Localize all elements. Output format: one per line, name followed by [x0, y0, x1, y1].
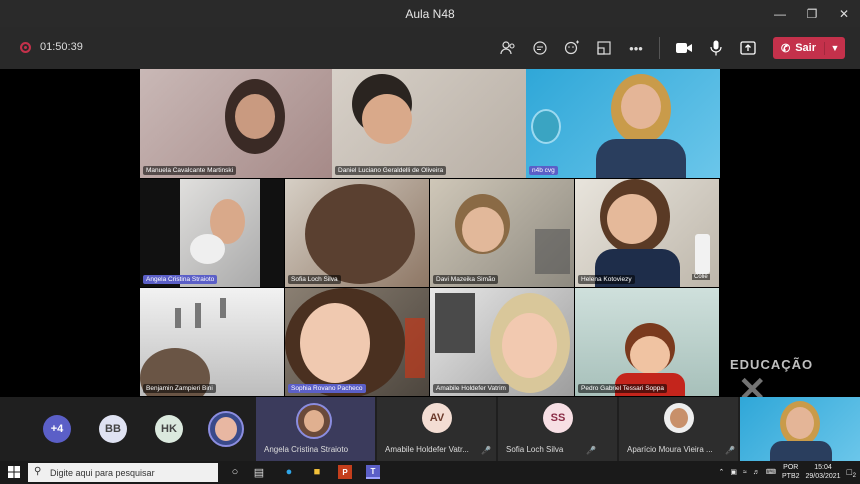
network-icon[interactable]: ▣ [730, 468, 737, 476]
notification-count: 2 [852, 473, 856, 479]
mic-off-icon: 🎤 [725, 446, 735, 455]
video-tile[interactable]: Sofia Loch Silva [285, 179, 429, 287]
avatar: AV [422, 403, 452, 433]
avatar-initials: AV [429, 412, 445, 424]
avatar-initials: SS [550, 412, 566, 424]
language-code: POR [783, 464, 799, 471]
taskbar-search-input[interactable]: ⚲ Digite aqui para pesquisar [28, 463, 218, 482]
participant-name: Angela Cristina Straioto [264, 445, 349, 454]
participant-name: Angela Cristina Straioto [143, 275, 218, 284]
minimize-icon[interactable]: — [764, 0, 796, 27]
participant-name: Benjamin Zampieri Bini [143, 384, 216, 393]
video-tile[interactable]: Angela Cristina Straioto [140, 179, 284, 287]
more-count: +4 [50, 423, 64, 435]
chevron-down-icon[interactable]: ▼ [825, 43, 845, 53]
participant-name: Sofia Loch Silva [288, 275, 341, 284]
recording-icon [20, 42, 31, 53]
video-tile[interactable]: Colie Helena Kotoviezy [575, 179, 719, 287]
avatar: SS [543, 403, 573, 433]
meeting-timer: 01:50:39 [40, 41, 83, 53]
video-tile[interactable]: Benjamin Zampieri Bini [140, 288, 284, 396]
video-tile[interactable]: Daniel Luciano Geraldelli de Oliveira [332, 69, 526, 178]
window-controls: — ❐ ✕ [764, 0, 860, 27]
chat-icon[interactable] [528, 36, 552, 60]
rooms-icon[interactable] [592, 36, 616, 60]
participant-tile[interactable]: SS Sofia Loch Silva 🎤 [497, 397, 617, 461]
teams-icon[interactable]: T [366, 465, 380, 479]
microphone-icon[interactable] [704, 36, 728, 60]
share-screen-icon[interactable] [736, 36, 760, 60]
clock-time: 15:04 [814, 464, 832, 471]
participant-tile[interactable]: Angela Cristina Straioto [255, 397, 375, 461]
search-icon: ⚲ [34, 466, 42, 477]
volume-icon[interactable]: ♬ [753, 469, 760, 476]
participant-name: Helena Kotoviezy [578, 275, 635, 284]
participant-tile[interactable]: Aparício Moura Vieira ... 🎤 [618, 397, 738, 461]
participant-name: Sophia Rovano Pacheco [288, 384, 366, 393]
avatar [296, 403, 332, 439]
participant-video [305, 184, 415, 284]
clock[interactable]: 15:04 29/03/2021 [806, 463, 841, 481]
search-placeholder: Digite aqui para pesquisar [50, 467, 155, 478]
self-view-tile[interactable] [739, 397, 860, 461]
leave-main[interactable]: ✆ Sair [773, 41, 825, 55]
wifi-icon[interactable]: ≈ [743, 469, 747, 476]
task-view-icon[interactable]: ▤ [252, 465, 266, 479]
chevron-up-icon[interactable]: ⌃ [719, 468, 725, 476]
avatar-initials: HK [161, 423, 177, 435]
video-stage: Manuela Cavalcante Martinski Daniel Luci… [0, 69, 860, 397]
toolbar-divider [659, 37, 660, 59]
edge-icon[interactable]: ● [282, 465, 296, 479]
participant-name: Amabile Holdefer Vatr... [385, 445, 469, 454]
language-indicator[interactable]: POR PTB2 [782, 463, 800, 481]
participant-name: Daniel Luciano Geraldelli de Oliveira [335, 166, 447, 175]
reactions-icon[interactable] [560, 36, 584, 60]
video-tile[interactable]: Davi Mazeika Simão [430, 179, 574, 287]
notifications-icon[interactable]: □ 2 [847, 467, 856, 479]
mic-off-icon: 🎤 [481, 446, 491, 455]
video-tile[interactable]: Manuela Cavalcante Martinski [140, 69, 332, 178]
meeting-toolbar: 01:50:39 ••• ✆ Sair ▼ [0, 27, 860, 69]
camera-icon[interactable] [672, 36, 696, 60]
video-tile[interactable]: Pedro Gabriel Tessari Soppa [575, 288, 719, 396]
more-participants-button[interactable]: +4 [43, 415, 71, 443]
participant-name: Sofia Loch Silva [506, 445, 564, 454]
window-title: Aula N48 [405, 6, 455, 21]
participant-name: n4b cvg [529, 166, 558, 175]
file-explorer-icon[interactable]: ■ [310, 465, 324, 479]
clock-date: 29/03/2021 [805, 473, 841, 480]
windows-start-icon[interactable] [8, 466, 20, 478]
title-bar: Aula N48 — ❐ ✕ [0, 0, 860, 27]
participant-name: Aparício Moura Vieira ... [627, 445, 713, 454]
system-tray: ⌃ ▣ ≈ ♬ ⌨ POR PTB2 15:04 29/03/2021 □ 2 [719, 463, 856, 481]
windows-taskbar: ⚲ Digite aqui para pesquisar ○ ▤ ● ■ P T… [0, 461, 860, 484]
participant-name: Manuela Cavalcante Martinski [143, 166, 237, 175]
leave-button[interactable]: ✆ Sair ▼ [773, 37, 845, 59]
mic-off-icon: 🎤 [586, 446, 596, 455]
avatar[interactable]: BB [99, 415, 127, 443]
cortana-icon[interactable]: ○ [228, 465, 242, 479]
people-icon[interactable] [496, 36, 520, 60]
phone-hangup-icon: ✆ [780, 42, 791, 55]
avatar-initials: BB [105, 423, 121, 435]
video-tile[interactable]: n4b cvg [526, 69, 720, 178]
powerpoint-icon[interactable]: P [338, 465, 352, 479]
participant-name: Amabile Holdefer Vatrim [433, 384, 509, 393]
participant-name: Davi Mazeika Simão [433, 275, 499, 284]
close-icon[interactable]: ✕ [828, 0, 860, 27]
avatar[interactable] [208, 411, 244, 447]
participant-tile[interactable]: AV Amabile Holdefer Vatr... 🎤 [376, 397, 496, 461]
avatar [664, 403, 694, 433]
video-tile[interactable]: Sophia Rovano Pacheco [285, 288, 429, 396]
leave-label: Sair [795, 42, 816, 54]
colie-label: Colie [692, 274, 710, 280]
keyboard-icon[interactable]: ⌨ [766, 468, 776, 476]
participant-name: Pedro Gabriel Tessari Soppa [578, 384, 667, 393]
video-tile[interactable]: Amabile Holdefer Vatrim [430, 288, 574, 396]
keyboard-layout: PTB2 [782, 473, 800, 480]
more-icon[interactable]: ••• [624, 36, 648, 60]
avatar[interactable]: HK [155, 415, 183, 443]
restore-icon[interactable]: ❐ [796, 0, 828, 27]
